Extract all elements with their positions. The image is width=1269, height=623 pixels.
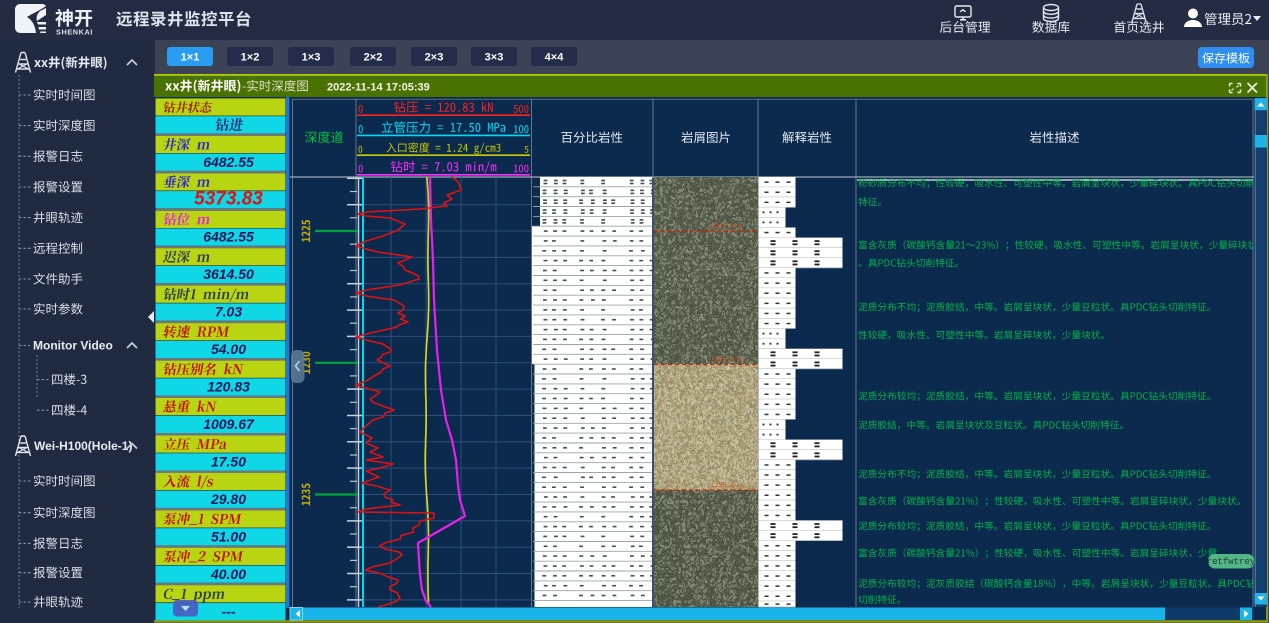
svg-text:3×3: 3×3	[485, 52, 504, 64]
svg-text:1×3: 1×3	[302, 52, 321, 64]
svg-text:retfwtrey: retfwtrey	[1207, 557, 1256, 567]
svg-text:4×4: 4×4	[545, 52, 565, 64]
svg-text:17.50: 17.50	[211, 454, 246, 470]
svg-text:1225.0 m: 1225.0 m	[711, 223, 742, 230]
svg-text:1×1: 1×1	[181, 52, 200, 64]
svg-text:1235.0 m: 1235.0 m	[711, 482, 742, 489]
svg-text:6482.55: 6482.55	[203, 154, 254, 170]
svg-text:51.00: 51.00	[211, 528, 246, 544]
svg-text:2×2: 2×2	[364, 52, 383, 64]
svg-text:SHENKAI: SHENKAI	[56, 28, 93, 37]
svg-text:7.03: 7.03	[215, 304, 242, 320]
svg-text:Monitor Video: Monitor Video	[33, 339, 113, 353]
svg-text:6482.55: 6482.55	[203, 229, 254, 245]
svg-text:2×3: 2×3	[425, 52, 444, 64]
svg-text:Wei-H100(Hole-1): Wei-H100(Hole-1)	[34, 439, 132, 453]
svg-text:40.00: 40.00	[210, 566, 246, 582]
svg-text:1230.0 m: 1230.0 m	[711, 357, 742, 364]
svg-text:2022-11-14 17:05:39: 2022-11-14 17:05:39	[327, 82, 430, 94]
svg-text:120.83: 120.83	[207, 379, 250, 395]
svg-text:1009.67: 1009.67	[203, 416, 255, 432]
svg-text:1×2: 1×2	[241, 52, 260, 64]
svg-text:3614.50: 3614.50	[203, 266, 254, 282]
svg-text:29.80: 29.80	[210, 491, 246, 507]
svg-text:54.00: 54.00	[211, 341, 246, 357]
svg-text:---: ---	[222, 603, 236, 619]
svg-text:5373.83: 5373.83	[194, 188, 263, 209]
